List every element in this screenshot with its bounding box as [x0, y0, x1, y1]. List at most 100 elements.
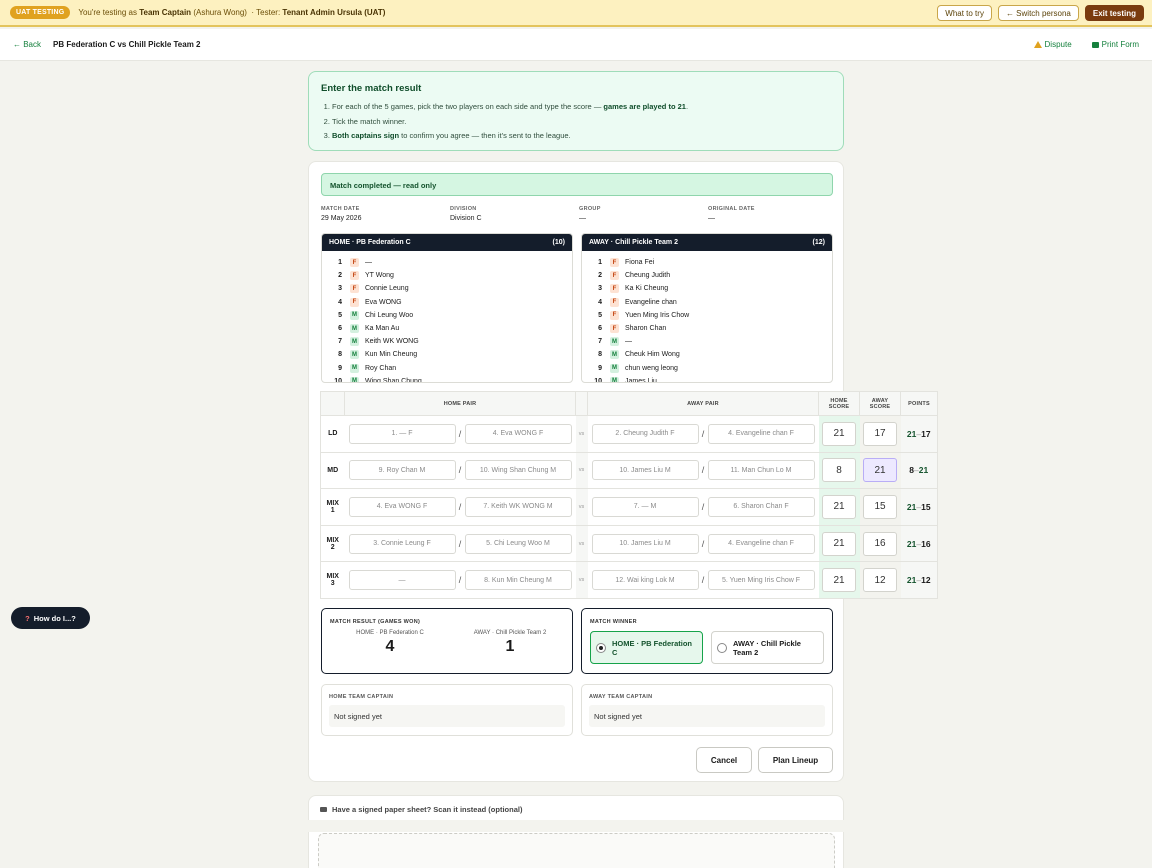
- signature-field[interactable]: Not signed yet: [589, 705, 825, 727]
- away-score-input[interactable]: 17: [863, 421, 897, 446]
- home-score-input[interactable]: 21: [822, 531, 856, 556]
- home-player-2-select[interactable]: 7. Keith WK WONG M: [464, 496, 572, 517]
- back-link[interactable]: ← Back: [13, 40, 41, 49]
- player-name: Cheuk Him Wong: [625, 351, 680, 359]
- away-player-1-select[interactable]: 12. Wai king Lok M: [591, 570, 699, 591]
- player-name: Roy Chan: [365, 364, 397, 372]
- roster-player: 2 F Cheung Judith: [598, 271, 671, 281]
- roster-player: 3 F Connie Leung: [338, 284, 409, 294]
- away-player-2-select[interactable]: 5. Yuen Ming Iris Chow F: [707, 570, 815, 591]
- player-name: Ka Man Au: [365, 325, 400, 333]
- gender-badge: M: [350, 310, 359, 320]
- instruction-step: For each of the 5 games, pick the two pl…: [332, 100, 831, 115]
- roster-player: 6 M Ka Man Au: [338, 324, 400, 334]
- roster-player: 4 F Eva WONG: [338, 297, 402, 307]
- home-player-1-select[interactable]: 4. Eva WONG F: [348, 496, 456, 517]
- home-player-1-select[interactable]: 1. — F: [348, 423, 456, 444]
- home-player-1-select[interactable]: —: [348, 570, 456, 591]
- gender-badge: M: [350, 324, 359, 334]
- gender-badge: M: [350, 337, 359, 347]
- original-date: —: [708, 215, 715, 222]
- gender-badge: F: [610, 297, 619, 307]
- gender-badge: F: [610, 258, 619, 268]
- uat-banner: UAT TESTING You're testing as Team Capta…: [0, 0, 1152, 27]
- gender-badge: F: [350, 271, 359, 281]
- gender-badge: F: [610, 284, 619, 294]
- player-name: Fiona Fei: [625, 259, 655, 267]
- scan-dropzone[interactable]: [318, 833, 835, 868]
- winner-home-option[interactable]: HOME · PB Federation C: [590, 631, 703, 664]
- home-player-2-select[interactable]: 8. Kun Min Cheung M: [464, 570, 572, 591]
- camera-icon: [320, 807, 327, 812]
- away-player-1-select[interactable]: 10. James Liu M: [591, 460, 699, 481]
- player-name: James Liu: [625, 377, 657, 383]
- radio-icon: [717, 642, 727, 653]
- away-score-input[interactable]: 12: [863, 568, 897, 593]
- help-button[interactable]: ? How do I...?: [11, 607, 90, 629]
- plan-lineup-button[interactable]: Plan Lineup: [758, 747, 833, 773]
- roster-player: 1 F —: [338, 258, 372, 268]
- roster-player: 5 F Yuen Ming Iris Chow: [598, 310, 690, 320]
- warning-icon: [1033, 41, 1042, 48]
- print-form-link[interactable]: Print Form: [1091, 40, 1139, 49]
- page-title: PB Federation C vs Chill Pickle Team 2: [53, 40, 201, 49]
- roster-player: 2 F YT Wong: [338, 271, 394, 281]
- away-player-2-select[interactable]: 6. Sharon Chan F: [707, 496, 815, 517]
- gender-badge: M: [350, 350, 359, 360]
- gender-badge: M: [610, 350, 619, 360]
- away-score-input[interactable]: 15: [863, 494, 897, 519]
- match-winner: MATCH WINNER HOME · PB Federation C AWAY…: [581, 608, 833, 674]
- gender-badge: F: [350, 297, 359, 307]
- away-player-1-select[interactable]: 2. Cheung Judith F: [591, 423, 699, 444]
- away-player-1-select[interactable]: 7. — M: [591, 496, 699, 517]
- game-label: MIX 1: [320, 488, 345, 526]
- home-roster[interactable]: HOME · PB Federation C (10) 1 F —2 F YT Wong 3…: [321, 233, 573, 383]
- division: Division C: [450, 215, 482, 222]
- home-player-2-select[interactable]: 5. Chi Leung Woo M: [464, 533, 572, 554]
- away-player-2-select[interactable]: 11. Man Chun Lo M: [707, 460, 815, 481]
- player-name: Evangeline chan: [625, 298, 677, 306]
- radio-selected-icon: [596, 642, 606, 653]
- games-table: HOME PAIR AWAY PAIR HOME SCORE AWAY SCORE …: [320, 391, 938, 599]
- gender-badge: M: [610, 363, 619, 373]
- gender-badge: M: [350, 376, 359, 382]
- scan-toggle[interactable]: Have a signed paper sheet? Scan it inste…: [320, 805, 522, 814]
- away-player-1-select[interactable]: 10. James Liu M: [591, 533, 699, 554]
- away-player-2-select[interactable]: 4. Evangeline chan F: [707, 533, 815, 554]
- home-score-input[interactable]: 8: [822, 458, 856, 483]
- status-banner: Match completed — read only: [321, 173, 833, 196]
- cancel-button[interactable]: Cancel: [696, 747, 752, 773]
- home-score-input[interactable]: 21: [822, 568, 856, 593]
- home-games-won: 4: [385, 638, 395, 655]
- gender-badge: F: [610, 310, 619, 320]
- gender-badge: F: [350, 258, 359, 268]
- switch-persona-button[interactable]: ← Switch persona: [997, 5, 1079, 21]
- away-games-won: 1: [505, 638, 515, 655]
- game-label: MIX 2: [320, 524, 345, 563]
- away-player-2-select[interactable]: 4. Evangeline chan F: [707, 423, 815, 444]
- home-player-1-select[interactable]: 3. Connie Leung F: [348, 533, 456, 554]
- gender-badge: F: [610, 271, 619, 281]
- player-name: —: [365, 259, 372, 267]
- winner-away-option[interactable]: AWAY · Chill Pickle Team 2: [711, 631, 824, 664]
- game-row: MIX 2 3. Connie Leung F/5. Chi Leung Woo M…: [320, 524, 938, 563]
- away-roster[interactable]: AWAY · Chill Pickle Team 2 (12) 1 F Fiona F…: [581, 233, 833, 383]
- home-score-input[interactable]: 21: [822, 494, 856, 519]
- home-player-2-select[interactable]: 10. Wing Shan Chung M: [464, 460, 572, 481]
- away-score-input[interactable]: 16: [863, 531, 897, 556]
- what-to-try-button[interactable]: What to try: [937, 5, 992, 21]
- home-score-header: HOME SCORE: [818, 391, 860, 416]
- home-player-1-select[interactable]: 9. Roy Chan M: [348, 460, 456, 481]
- exit-testing-button[interactable]: Exit testing: [1084, 5, 1144, 21]
- home-score-input[interactable]: 21: [822, 421, 856, 446]
- roster-player: 8 M Kun Min Cheung: [338, 350, 418, 360]
- home-player-2-select[interactable]: 4. Eva WONG F: [464, 423, 572, 444]
- dispute-link[interactable]: Dispute: [1033, 40, 1072, 49]
- gender-badge: M: [350, 363, 359, 373]
- away-score-input[interactable]: 21: [863, 458, 897, 483]
- signature-field[interactable]: Not signed yet: [329, 705, 565, 727]
- uat-persona-text: You're testing as Team Captain (Ashura W…: [78, 8, 386, 17]
- roster-player: 1 F Fiona Fei: [598, 258, 655, 268]
- roster-player: 9 Mchun weng leong: [598, 363, 678, 373]
- player-name: Ka Ki Cheung: [625, 285, 669, 293]
